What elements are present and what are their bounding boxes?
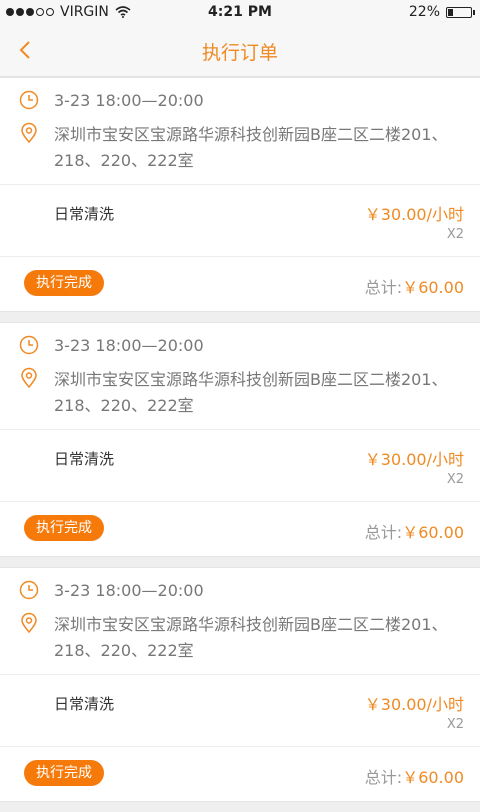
order-info: 3-23 18:00—20:00 深圳市宝安区宝源路华源科技创新园B座二区二楼2… — [0, 78, 480, 185]
clock-icon — [19, 90, 39, 110]
order-info: 3-23 18:00—20:00 深圳市宝安区宝源路华源科技创新园B座二区二楼2… — [0, 568, 480, 675]
battery-icon — [446, 6, 475, 18]
service-quantity: X2 — [446, 227, 464, 242]
complete-order-button[interactable]: 执行完成 — [24, 270, 104, 296]
total-amount: ￥60.00 — [402, 278, 464, 297]
order-address-row: 深圳市宝安区宝源路华源科技创新园B座二区二楼201、218、220、222室 — [18, 367, 464, 419]
order-footer: 执行完成 总计:￥60.00 — [0, 257, 480, 311]
order-address-row: 深圳市宝安区宝源路华源科技创新园B座二区二楼201、218、220、222室 — [18, 612, 464, 664]
service-price: ￥30.00/小时 — [364, 695, 464, 714]
order-card: 3-23 18:00—20:00 深圳市宝安区宝源路华源科技创新园B座二区二楼2… — [0, 322, 480, 557]
order-time-row: 3-23 18:00—20:00 — [18, 333, 464, 357]
page-title: 执行订单 — [201, 42, 278, 64]
service-price: ￥30.00/小时 — [364, 450, 464, 469]
order-card: 3-23 18:00—20:00 深圳市宝安区宝源路华源科技创新园B座二区二楼2… — [0, 567, 480, 802]
location-pin-icon — [21, 367, 37, 389]
battery-percent: 22% — [408, 4, 440, 20]
service-item: 日常清洗 ￥30.00/小时 X2 — [0, 675, 480, 747]
clock-icon — [19, 335, 39, 355]
total-amount: ￥60.00 — [402, 523, 464, 542]
order-time-row: 3-23 18:00—20:00 — [18, 578, 464, 602]
complete-order-button[interactable]: 执行完成 — [24, 515, 104, 541]
service-name: 日常清洗 — [54, 205, 115, 223]
service-price: ￥30.00/小时 — [364, 205, 464, 224]
order-time: 3-23 18:00—20:00 — [54, 335, 204, 355]
order-footer: 执行完成 总计:￥60.00 — [0, 747, 480, 801]
order-address: 深圳市宝安区宝源路华源科技创新园B座二区二楼201、218、220、222室 — [54, 615, 448, 660]
order-list: 3-23 18:00—20:00 深圳市宝安区宝源路华源科技创新园B座二区二楼2… — [0, 77, 480, 812]
location-pin-icon — [21, 612, 37, 634]
total-amount: ￥60.00 — [402, 768, 464, 787]
order-address: 深圳市宝安区宝源路华源科技创新园B座二区二楼201、218、220、222室 — [54, 370, 448, 415]
nav-bar: 执行订单 — [0, 24, 480, 77]
battery-fill — [448, 8, 453, 16]
order-card: 3-23 18:00—20:00 深圳市宝安区宝源路华源科技创新园B座二区二楼2… — [0, 77, 480, 312]
status-bar: VIRGIN 4:21 PM 22% — [0, 0, 480, 24]
order-address-row: 深圳市宝安区宝源路华源科技创新园B座二区二楼201、218、220、222室 — [18, 122, 464, 174]
order-time: 3-23 18:00—20:00 — [54, 90, 204, 110]
order-footer: 执行完成 总计:￥60.00 — [0, 502, 480, 556]
order-time-row: 3-23 18:00—20:00 — [18, 88, 464, 112]
service-quantity: X2 — [446, 717, 464, 732]
order-total: 总计:￥60.00 — [365, 519, 464, 543]
total-label: 总计: — [364, 278, 403, 297]
order-total: 总计:￥60.00 — [365, 764, 464, 788]
complete-order-button[interactable]: 执行完成 — [24, 760, 104, 786]
order-info: 3-23 18:00—20:00 深圳市宝安区宝源路华源科技创新园B座二区二楼2… — [0, 323, 480, 430]
total-label: 总计: — [364, 523, 403, 542]
service-quantity: X2 — [446, 472, 464, 487]
total-label: 总计: — [364, 768, 403, 787]
order-address: 深圳市宝安区宝源路华源科技创新园B座二区二楼201、218、220、222室 — [54, 125, 448, 170]
service-item: 日常清洗 ￥30.00/小时 X2 — [0, 430, 480, 502]
location-pin-icon — [21, 122, 37, 144]
service-name: 日常清洗 — [54, 695, 115, 713]
battery-status: 22% — [408, 4, 475, 20]
service-item: 日常清洗 ￥30.00/小时 X2 — [0, 185, 480, 257]
clock-icon — [19, 580, 39, 600]
order-time: 3-23 18:00—20:00 — [54, 580, 204, 600]
order-total: 总计:￥60.00 — [365, 274, 464, 298]
service-name: 日常清洗 — [54, 450, 115, 468]
